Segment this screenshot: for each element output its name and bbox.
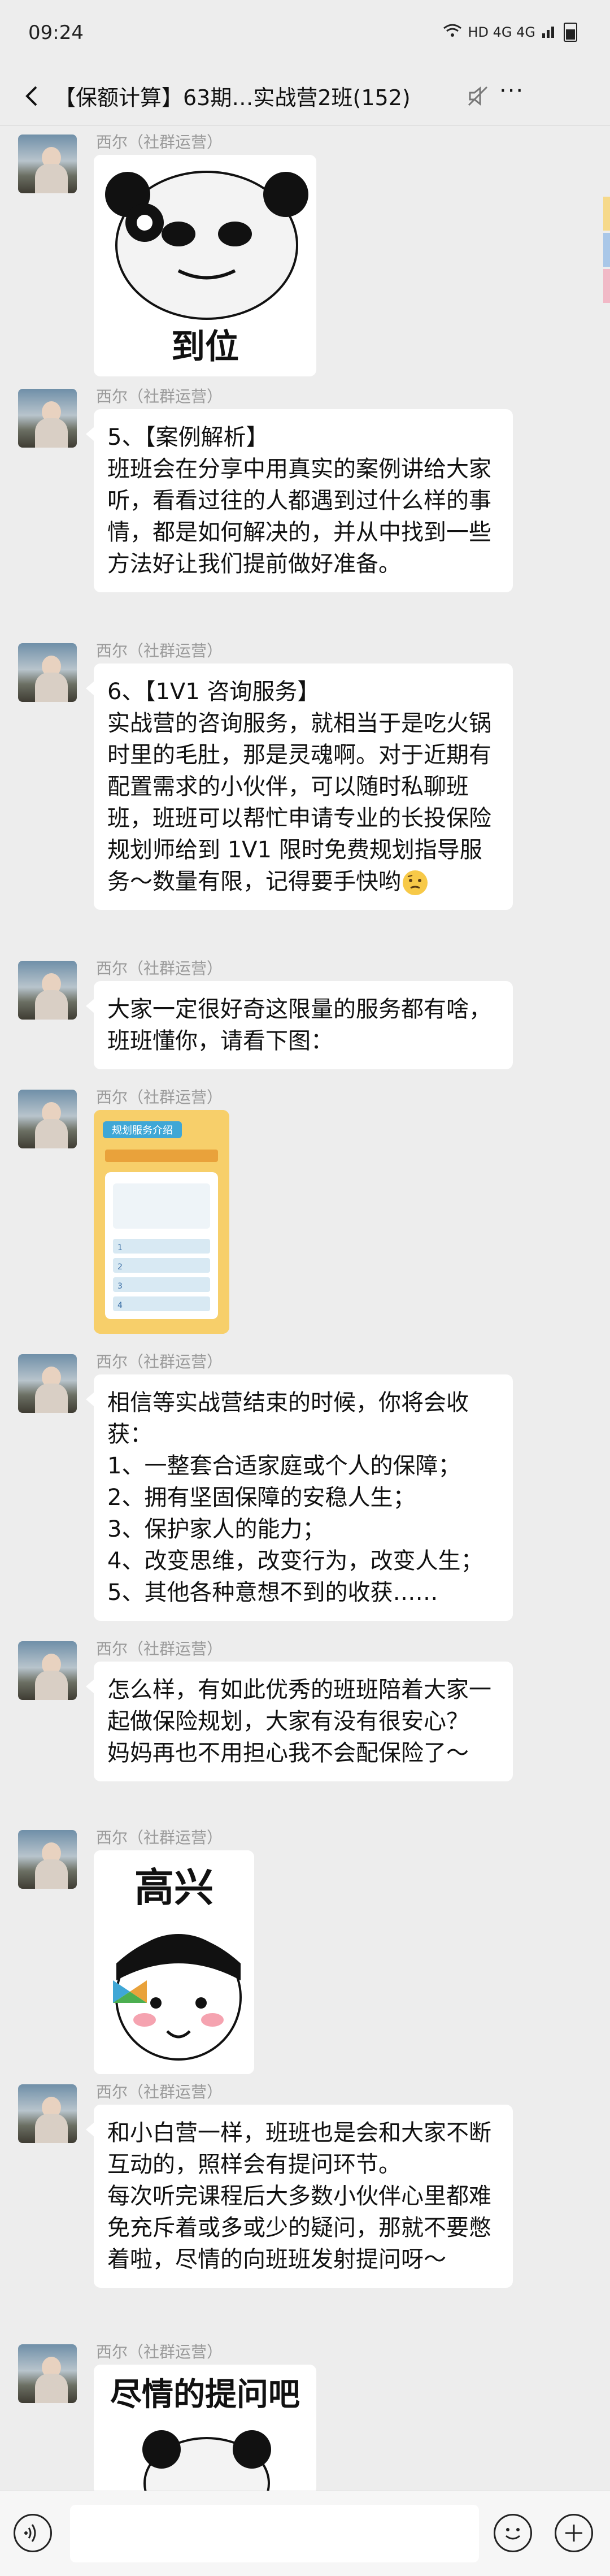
- message-item: 西尔（社群运营） 5、【案例解析】 班班会在分享中用真实的案例讲给大家听，看看过…: [0, 387, 610, 621]
- message-item: 西尔（社群运营） 尽情的提问吧: [0, 2343, 610, 2491]
- chat-header: 【保额计算】63期…实战营2班(152) ···: [0, 67, 610, 126]
- wifi-icon: [443, 23, 462, 41]
- battery-icon: [564, 23, 577, 42]
- sender-name: 西尔（社群运营）: [96, 641, 223, 660]
- back-button[interactable]: [16, 79, 50, 113]
- avatar[interactable]: [18, 2344, 77, 2403]
- voice-icon: [24, 2524, 36, 2542]
- message-item: 西尔（社群运营） 6、【1V1 咨询服务】 实战营的咨询服务，就相当于是吃火锅时…: [0, 641, 610, 937]
- message-input[interactable]: [70, 2505, 479, 2562]
- message-item: 西尔（社群运营） 高兴: [0, 1828, 610, 2074]
- avatar[interactable]: [18, 1354, 77, 1413]
- avatar[interactable]: [18, 1830, 77, 1889]
- avatar[interactable]: [18, 2084, 77, 2143]
- question-sticker[interactable]: 尽情的提问吧: [94, 2365, 316, 2491]
- status-time: 09:24: [28, 21, 84, 44]
- voice-button[interactable]: [14, 2514, 52, 2552]
- network-label: HD 4G 4G: [468, 24, 535, 40]
- happy-sticker-image: 高兴: [94, 1850, 254, 2074]
- signal-icon: [541, 23, 558, 41]
- message-item: 西尔（社群运营） 怎么样，有如此优秀的班班陪着大家一起做保险规划，大家有没有很安…: [0, 1640, 610, 1811]
- more-options-button[interactable]: ···: [499, 78, 539, 112]
- panda-ok-sticker[interactable]: 到位: [94, 155, 316, 376]
- avatar[interactable]: [18, 389, 77, 448]
- thinking-emoji-icon: [403, 870, 428, 895]
- avatar[interactable]: [18, 643, 77, 702]
- message-bubble[interactable]: 怎么样，有如此优秀的班班陪着大家一起做保险规划，大家有没有很安心？ 妈妈再也不用…: [86, 1662, 513, 1781]
- sender-name: 西尔（社群运营）: [96, 1088, 223, 1107]
- message-item: 西尔（社群运营） 规划服务介绍 1 2 3 4: [0, 1088, 610, 1344]
- service-item-4: 4: [117, 1301, 123, 1310]
- sticker-caption: 高兴: [134, 1864, 213, 1911]
- emoji-button[interactable]: [494, 2514, 532, 2552]
- chat-title: 【保额计算】63期…实战营2班(152): [54, 85, 411, 110]
- sticker-caption: 到位: [171, 327, 239, 367]
- avatar[interactable]: [18, 1641, 77, 1700]
- sender-name: 西尔（社群运营）: [96, 1828, 223, 1847]
- smiley-icon: [506, 2528, 520, 2540]
- status-icons: HD 4G 4G: [443, 23, 577, 42]
- message-item: 西尔（社群运营） 相信等实战营结束的时候，你将会收获： 1、一整套合适家庭或个人…: [0, 1352, 610, 1621]
- plus-icon: [565, 2525, 582, 2542]
- sender-name: 西尔（社群运营）: [96, 2083, 223, 2101]
- service-intro-graphic: 规划服务介绍 1 2 3 4: [94, 1110, 229, 1334]
- service-item-1: 1: [117, 1243, 123, 1252]
- avatar[interactable]: [18, 1090, 77, 1148]
- question-sticker-image: 尽情的提问吧: [94, 2365, 316, 2491]
- message-item: 西尔（社群运营） 和小白营一样，班班也是会和大家不断互动的，照样会有提问环节。 …: [0, 2083, 610, 2322]
- panda-ok-sticker-image: 到位: [94, 155, 316, 376]
- chevron-left-icon: [25, 86, 37, 106]
- message-bubble[interactable]: 相信等实战营结束的时候，你将会收获： 1、一整套合适家庭或个人的保障； 2、拥有…: [86, 1374, 513, 1621]
- message-bubble[interactable]: 5、【案例解析】 班班会在分享中用真实的案例讲给大家听，看看过往的人都遇到过什么…: [86, 409, 513, 592]
- sender-name: 西尔（社群运营）: [96, 959, 223, 978]
- sender-name: 西尔（社群运营）: [96, 2343, 223, 2361]
- sender-name: 西尔（社群运营）: [96, 1640, 223, 1658]
- message-text: 6、【1V1 咨询服务】 实战营的咨询服务，就相当于是吃火锅时里的毛肚，那是灵魂…: [107, 679, 491, 895]
- message-list[interactable]: 西尔（社群运营） 到位 西尔（社群运营） 5、【案例解析】 班班会在分享中用真实…: [0, 130, 610, 2491]
- input-bar: [0, 2491, 610, 2576]
- sender-name: 西尔（社群运营）: [96, 387, 223, 406]
- avatar[interactable]: [18, 135, 77, 193]
- message-item: 西尔（社群运营） 到位: [0, 133, 610, 378]
- sender-name: 西尔（社群运营）: [96, 133, 223, 151]
- service-intro-title: 规划服务介绍: [112, 1125, 173, 1137]
- more-functions-button[interactable]: [555, 2514, 593, 2552]
- message-bubble[interactable]: 6、【1V1 咨询服务】 实战营的咨询服务，就相当于是吃火锅时里的毛肚，那是灵魂…: [86, 663, 513, 910]
- status-bar: 09:24 HD 4G 4G: [0, 0, 610, 67]
- happy-sticker[interactable]: 高兴: [94, 1850, 254, 2074]
- sticker-caption: 尽情的提问吧: [110, 2376, 300, 2413]
- message-bubble[interactable]: 大家一定很好奇这限量的服务都有啥，班班懂你，请看下图：: [86, 981, 513, 1069]
- message-item: 西尔（社群运营） 大家一定很好奇这限量的服务都有啥，班班懂你，请看下图：: [0, 959, 610, 1074]
- service-intro-image[interactable]: 规划服务介绍 1 2 3 4: [94, 1110, 229, 1334]
- service-item-2: 2: [117, 1263, 123, 1272]
- avatar[interactable]: [18, 961, 77, 1020]
- service-item-3: 3: [117, 1282, 123, 1291]
- mute-icon: [465, 84, 490, 109]
- sender-name: 西尔（社群运营）: [96, 1352, 223, 1371]
- message-bubble[interactable]: 和小白营一样，班班也是会和大家不断互动的，照样会有提问环节。 每次听完课程后大多…: [86, 2105, 513, 2288]
